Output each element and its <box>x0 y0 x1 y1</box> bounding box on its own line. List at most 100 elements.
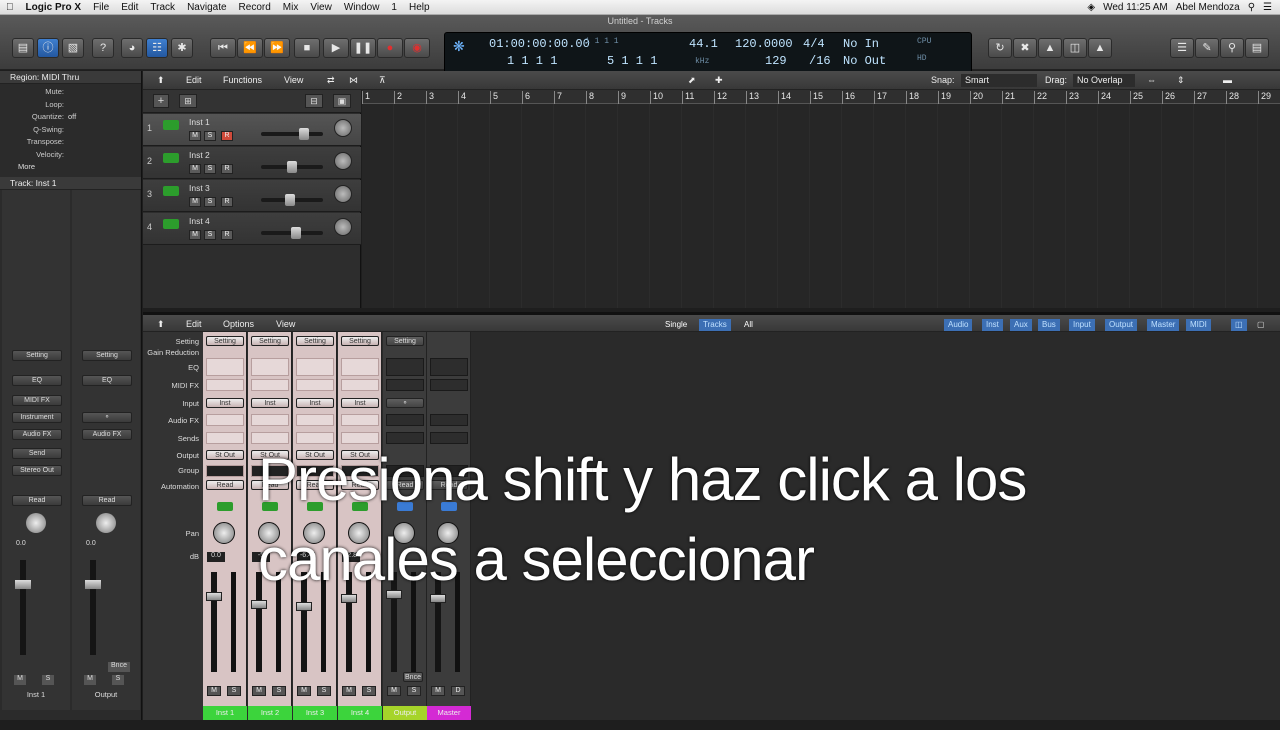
fader-cap[interactable] <box>85 579 101 589</box>
inspector-row-mute[interactable]: Mute: <box>0 86 141 99</box>
midi-fx-button[interactable]: MIDI FX <box>12 394 62 406</box>
tracks-view-button[interactable]: Tracks <box>699 319 731 331</box>
setting-button[interactable]: Setting <box>341 336 379 346</box>
filter-inst[interactable]: Inst <box>982 319 1003 331</box>
filter-audio[interactable]: Audio <box>944 319 973 331</box>
channel-name[interactable]: Master <box>427 706 471 720</box>
tracks-area[interactable] <box>362 104 1280 308</box>
audio-fx-slot[interactable] <box>430 414 468 426</box>
mute-button[interactable]: M <box>14 674 26 685</box>
record-enable-button[interactable]: R <box>221 164 233 174</box>
solo-button[interactable]: S <box>204 197 216 207</box>
toolbar-button[interactable]: ▧ <box>62 38 84 58</box>
mixer-options-menu[interactable]: Options <box>223 318 254 331</box>
solo-button[interactable]: S <box>204 164 216 174</box>
track-name[interactable]: Inst 4 <box>189 216 210 226</box>
mute-button[interactable]: M <box>189 131 201 141</box>
inspector-row-transpose[interactable]: Transpose: <box>0 136 141 149</box>
tracks-functions-menu[interactable]: Functions <box>223 74 262 87</box>
mixer-edit-menu[interactable]: Edit <box>186 318 202 331</box>
global-tracks-icon[interactable]: ⊟ <box>305 94 323 108</box>
channel-strip[interactable]: Setting Inst St Out Read 0.0 M S Inst 1 <box>203 332 247 720</box>
setting-button[interactable]: Setting <box>82 349 132 361</box>
pan-knob[interactable] <box>334 218 352 236</box>
record-enable-button[interactable]: R <box>221 131 233 141</box>
fader-cap[interactable] <box>15 579 31 589</box>
track-name[interactable]: Inst 2 <box>189 150 210 160</box>
solo-button[interactable]: S <box>272 686 286 696</box>
mute-button[interactable]: M <box>297 686 311 696</box>
browser-button[interactable]: ▤ <box>1245 38 1269 58</box>
input-button[interactable]: Inst <box>206 398 244 408</box>
pencil-tool-icon[interactable]: ✚ <box>715 74 723 87</box>
solo-button[interactable]: S <box>204 230 216 240</box>
channel-name[interactable]: Inst 1 <box>203 706 247 720</box>
catch-icon[interactable]: ⇄ <box>327 74 335 87</box>
rewind-button[interactable]: ⏪ <box>237 38 263 58</box>
eq-slot[interactable] <box>206 358 244 376</box>
solo-button[interactable]: S <box>317 686 331 696</box>
inspector-row-qswing[interactable]: Q-Swing: <box>0 124 141 137</box>
add-track-button[interactable]: + <box>153 94 169 108</box>
solo-button[interactable]: S <box>204 131 216 141</box>
smart-controls-button[interactable]: ◕ <box>121 38 143 58</box>
forward-button[interactable]: ⏩ <box>264 38 290 58</box>
volume-slider[interactable] <box>261 194 323 206</box>
setting-button[interactable]: Setting <box>206 336 244 346</box>
db-value[interactable]: 0.0 <box>207 552 225 562</box>
track-row[interactable]: 1 Inst 1 M S R <box>143 114 361 146</box>
menu-help[interactable]: Help <box>403 2 436 13</box>
midi-fx-slot[interactable] <box>206 379 244 391</box>
pan-knob[interactable] <box>334 152 352 170</box>
eq-slot[interactable] <box>251 358 289 376</box>
audio-fx-slot[interactable] <box>341 414 379 426</box>
volume-fader[interactable] <box>206 572 222 672</box>
mute-button[interactable]: M <box>387 686 401 696</box>
fader-cap[interactable] <box>296 602 312 611</box>
volume-slider[interactable] <box>261 161 323 173</box>
volume-knob[interactable] <box>285 194 295 206</box>
filter-aux[interactable]: Aux <box>1010 319 1032 331</box>
single-view-button[interactable]: Single <box>661 319 691 331</box>
pan-knob[interactable] <box>213 522 235 544</box>
count-in-button[interactable]: ◫ <box>1063 38 1087 58</box>
solo-button[interactable]: D <box>451 686 465 696</box>
tuner-button[interactable]: ✖ <box>1013 38 1037 58</box>
filter-midi[interactable]: MIDI <box>1186 319 1211 331</box>
automation-read-button[interactable]: Read <box>12 494 62 506</box>
notepad-button[interactable]: ✎ <box>1195 38 1219 58</box>
midi-fx-slot[interactable] <box>386 379 424 391</box>
input-button[interactable]: Inst <box>251 398 289 408</box>
back-arrow-icon[interactable]: ⬆ <box>157 74 165 87</box>
record-enable-button[interactable]: R <box>221 197 233 207</box>
setting-button[interactable]: Setting <box>386 336 424 346</box>
notification-icon[interactable]: ☰ <box>1263 2 1272 13</box>
go-to-start-button[interactable]: ⏮ <box>210 38 236 58</box>
menu-navigate[interactable]: Navigate <box>181 2 232 13</box>
inspector-button[interactable]: ⓘ <box>37 38 59 58</box>
eq-slot[interactable] <box>386 358 424 376</box>
app-menu[interactable]: Logic Pro X <box>20 2 88 13</box>
eq-button[interactable]: EQ <box>12 374 62 386</box>
solo-mode-button[interactable]: ▲ <box>1038 38 1062 58</box>
snap-select[interactable]: Smart <box>961 74 1037 87</box>
drag-select[interactable]: No Overlap <box>1073 74 1135 87</box>
group-slot[interactable] <box>206 465 244 477</box>
solo-button[interactable]: S <box>362 686 376 696</box>
volume-slider[interactable] <box>261 128 323 140</box>
menu-view[interactable]: View <box>304 2 338 13</box>
horizontal-zoom-icon[interactable]: ▬ <box>1223 74 1232 87</box>
mute-button[interactable]: M <box>431 686 445 696</box>
menu-mix[interactable]: Mix <box>277 2 305 13</box>
audio-fx-slot[interactable] <box>251 414 289 426</box>
flex-icon[interactable]: ⋈ <box>349 74 358 87</box>
mute-button[interactable]: M <box>207 686 221 696</box>
send-slot[interactable] <box>206 432 244 444</box>
wifi-icon[interactable]: ◈ <box>1087 2 1095 13</box>
mixer-button[interactable]: ☷ <box>146 38 168 58</box>
quick-help-button[interactable]: ? <box>92 38 114 58</box>
instrument-button[interactable]: Instrument <box>12 411 62 423</box>
track-row[interactable]: 3 Inst 3 M S R <box>143 180 361 212</box>
menu-record[interactable]: Record <box>233 2 277 13</box>
list-editors-button[interactable]: ☰ <box>1170 38 1194 58</box>
